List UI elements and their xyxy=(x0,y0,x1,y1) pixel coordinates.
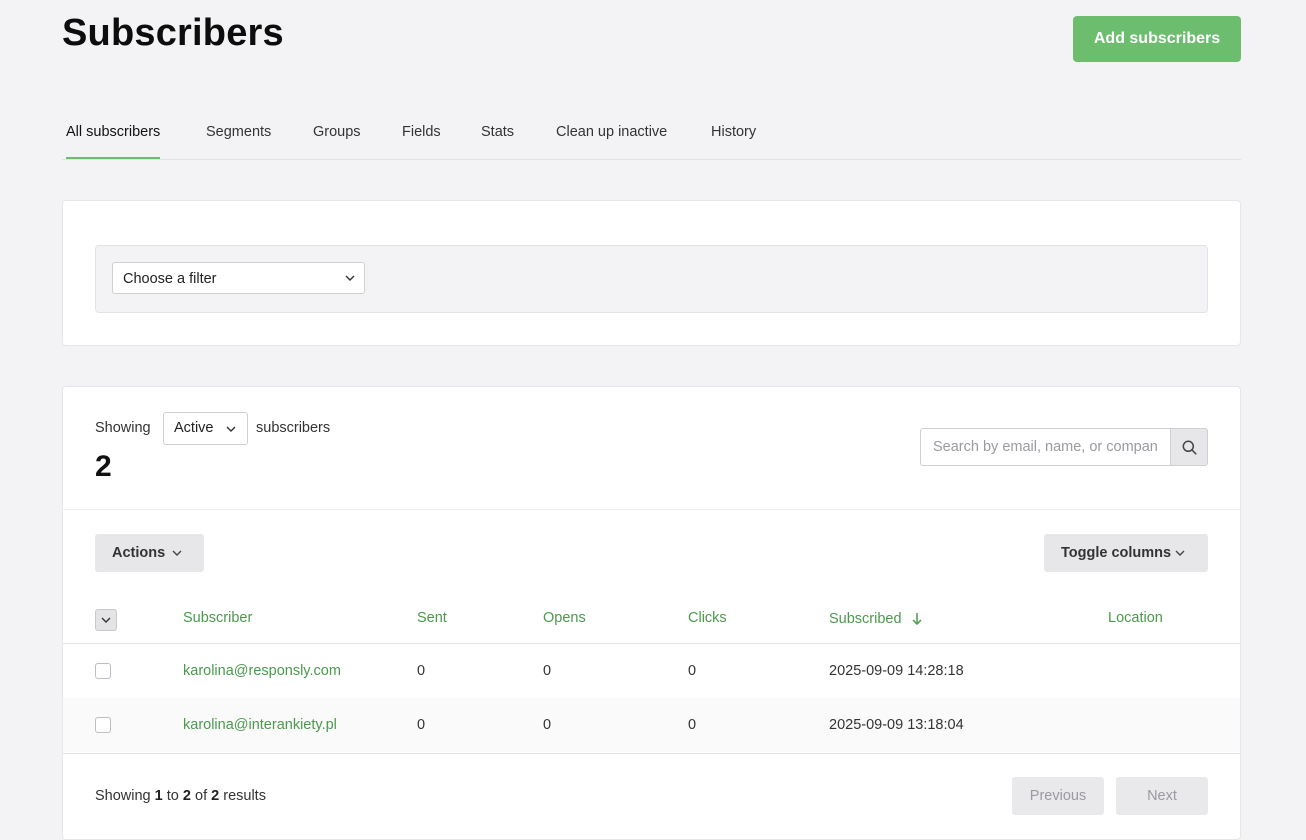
column-header-sent[interactable]: Sent xyxy=(417,610,447,626)
search-button[interactable] xyxy=(1170,428,1208,466)
toggle-columns-label: Toggle columns xyxy=(1061,545,1172,561)
status-select-value: Active xyxy=(174,420,214,436)
column-header-subscribed-label: Subscribed xyxy=(829,611,902,627)
column-header-subscribed[interactable]: Subscribed xyxy=(829,610,922,627)
chevron-down-icon xyxy=(1175,550,1185,556)
subscribers-label: subscribers xyxy=(256,420,331,436)
tab-clean-up-inactive[interactable]: Clean up inactive xyxy=(556,110,667,158)
column-header-opens[interactable]: Opens xyxy=(543,610,586,626)
tab-all-subscribers[interactable]: All subscribers xyxy=(66,110,161,159)
add-subscribers-button[interactable]: Add subscribers xyxy=(1073,16,1241,62)
status-select[interactable]: Active xyxy=(163,412,248,445)
tab-fields[interactable]: Fields xyxy=(402,110,441,158)
tab-segments[interactable]: Segments xyxy=(206,110,271,158)
filter-select[interactable]: Choose a filter xyxy=(112,262,365,294)
row-checkbox[interactable] xyxy=(95,717,111,733)
subscribed-date: 2025-09-09 14:28:18 xyxy=(829,663,964,679)
pagination-footer: Showing 1 to 2 of 2 results Previous Nex… xyxy=(63,753,1240,839)
column-header-location[interactable]: Location xyxy=(1108,610,1163,626)
chevron-down-icon xyxy=(226,426,236,432)
table-header: Subscriber Sent Opens Clicks Subscribed … xyxy=(63,599,1240,644)
tab-history[interactable]: History xyxy=(711,110,756,158)
results-summary: Showing 1 to 2 of 2 results xyxy=(95,788,266,804)
results-of-word: of xyxy=(195,788,208,804)
results-prefix: Showing xyxy=(95,788,151,804)
clicks-value: 0 xyxy=(688,663,697,679)
results-from: 1 xyxy=(154,788,163,804)
subscribed-date: 2025-09-09 13:18:04 xyxy=(829,717,964,733)
tab-bar: All subscribers Segments Groups Fields S… xyxy=(62,110,1241,160)
subscribers-list-card: Showing Active subscribers 2 Actions Tog… xyxy=(62,386,1241,840)
table-row: karolina@responsly.com 0 0 0 2025-09-09 … xyxy=(63,644,1240,698)
column-header-clicks[interactable]: Clicks xyxy=(688,610,727,626)
subscriber-email-link[interactable]: karolina@interankiety.pl xyxy=(183,717,337,733)
page-title: Subscribers xyxy=(62,12,284,54)
sent-value: 0 xyxy=(417,717,426,733)
tab-stats[interactable]: Stats xyxy=(481,110,514,158)
showing-label: Showing xyxy=(95,420,151,436)
toggle-columns-button[interactable]: Toggle columns xyxy=(1044,534,1208,572)
divider xyxy=(63,509,1240,510)
results-to: 2 xyxy=(182,788,191,804)
chevron-down-icon xyxy=(345,275,355,281)
opens-value: 0 xyxy=(543,717,552,733)
clicks-value: 0 xyxy=(688,717,697,733)
filter-box: Choose a filter xyxy=(95,245,1208,313)
opens-value: 0 xyxy=(543,663,552,679)
subscriber-email-link[interactable]: karolina@responsly.com xyxy=(183,663,341,679)
results-suffix: results xyxy=(223,788,266,804)
filter-select-value: Choose a filter xyxy=(123,271,217,287)
row-checkbox[interactable] xyxy=(95,663,111,679)
sort-descending-icon xyxy=(912,613,922,626)
filter-card: Choose a filter xyxy=(62,200,1241,346)
actions-label: Actions xyxy=(112,545,166,561)
table-row: karolina@interankiety.pl 0 0 0 2025-09-0… xyxy=(63,698,1240,752)
sent-value: 0 xyxy=(417,663,426,679)
chevron-down-icon xyxy=(101,617,111,623)
previous-button[interactable]: Previous xyxy=(1012,777,1104,815)
subscriber-count: 2 xyxy=(95,450,112,483)
results-total: 2 xyxy=(211,788,220,804)
search-input[interactable] xyxy=(920,428,1170,466)
actions-button[interactable]: Actions xyxy=(95,534,204,572)
search-icon xyxy=(1182,440,1197,455)
next-button[interactable]: Next xyxy=(1116,777,1208,815)
results-to-word: to xyxy=(166,788,179,804)
column-header-subscriber[interactable]: Subscriber xyxy=(183,610,252,626)
chevron-down-icon xyxy=(172,550,182,556)
select-all-dropdown[interactable] xyxy=(95,609,117,631)
tab-groups[interactable]: Groups xyxy=(313,110,361,158)
